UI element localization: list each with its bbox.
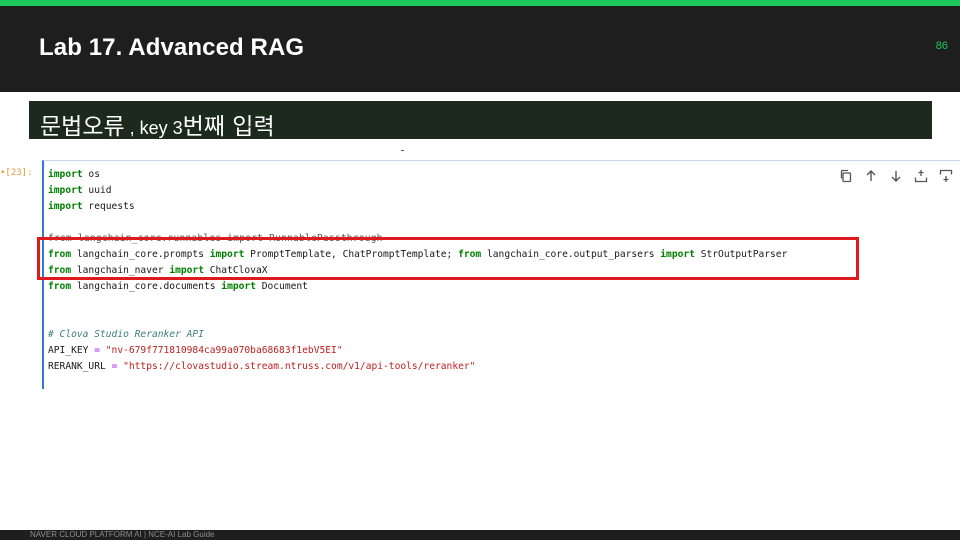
footer-text: NAVER CLOUD PLATFORM AI | NCE-AI Lab Gui… — [30, 530, 215, 539]
keyword: import — [221, 281, 256, 292]
string-literal: "nv-679f771810984ca99a070ba68683f1ebV5EI… — [100, 345, 343, 356]
stray-mark — [401, 150, 404, 151]
keyword: import — [48, 169, 83, 180]
cell-toolbar — [838, 168, 954, 184]
import-names: Document — [255, 281, 308, 292]
module-name: os — [82, 169, 100, 180]
subtitle-part-1: 문법오류 — [40, 114, 125, 140]
subtitle-bar: 문법오류 , key 3번째 입력 — [29, 101, 932, 141]
insert-above-icon[interactable] — [913, 168, 929, 184]
subtitle-part-3: 번째 입력 — [182, 114, 275, 140]
code-line-1: import os — [48, 167, 787, 183]
subtitle-part-2: , key 3 — [124, 118, 183, 138]
execution-count: •[23]: — [0, 168, 33, 178]
page-number: 86 — [935, 40, 948, 52]
arrow-up-icon[interactable] — [863, 168, 879, 184]
keyword: from — [48, 281, 72, 292]
keyword: import — [48, 201, 83, 212]
slide-title: Lab 17. Advanced RAG — [39, 34, 305, 61]
code-line-3: import requests — [48, 199, 787, 215]
variable-name: RERANK_URL — [48, 361, 112, 372]
highlight-box — [37, 237, 859, 280]
keyword: import — [48, 185, 83, 196]
insert-below-icon[interactable] — [938, 168, 954, 184]
arrow-down-icon[interactable] — [888, 168, 904, 184]
module-name: langchain_core.documents — [71, 281, 222, 292]
module-name: uuid — [82, 185, 112, 196]
subtitle-text: 문법오류 , key 3번째 입력 — [40, 107, 275, 141]
code-line-7: from langchain_core.documents import Doc… — [48, 279, 787, 295]
code-line-9: API_KEY = "nv-679f771810984ca99a070ba686… — [48, 343, 787, 359]
code-line-10: RERANK_URL = "https://clovastudio.stream… — [48, 359, 787, 375]
slide-footer: NAVER CLOUD PLATFORM AI | NCE-AI Lab Gui… — [0, 530, 960, 540]
code-comment: # Clova Studio Reranker API — [48, 329, 204, 340]
string-literal: "https://clovastudio.stream.ntruss.com/v… — [117, 361, 476, 372]
variable-name: API_KEY — [48, 345, 95, 356]
slide-header: Lab 17. Advanced RAG 86 — [0, 6, 960, 92]
copy-icon[interactable] — [838, 168, 854, 184]
code-line-8: # Clova Studio Reranker API — [48, 327, 787, 343]
module-name: requests — [82, 201, 135, 212]
code-line-2: import uuid — [48, 183, 787, 199]
